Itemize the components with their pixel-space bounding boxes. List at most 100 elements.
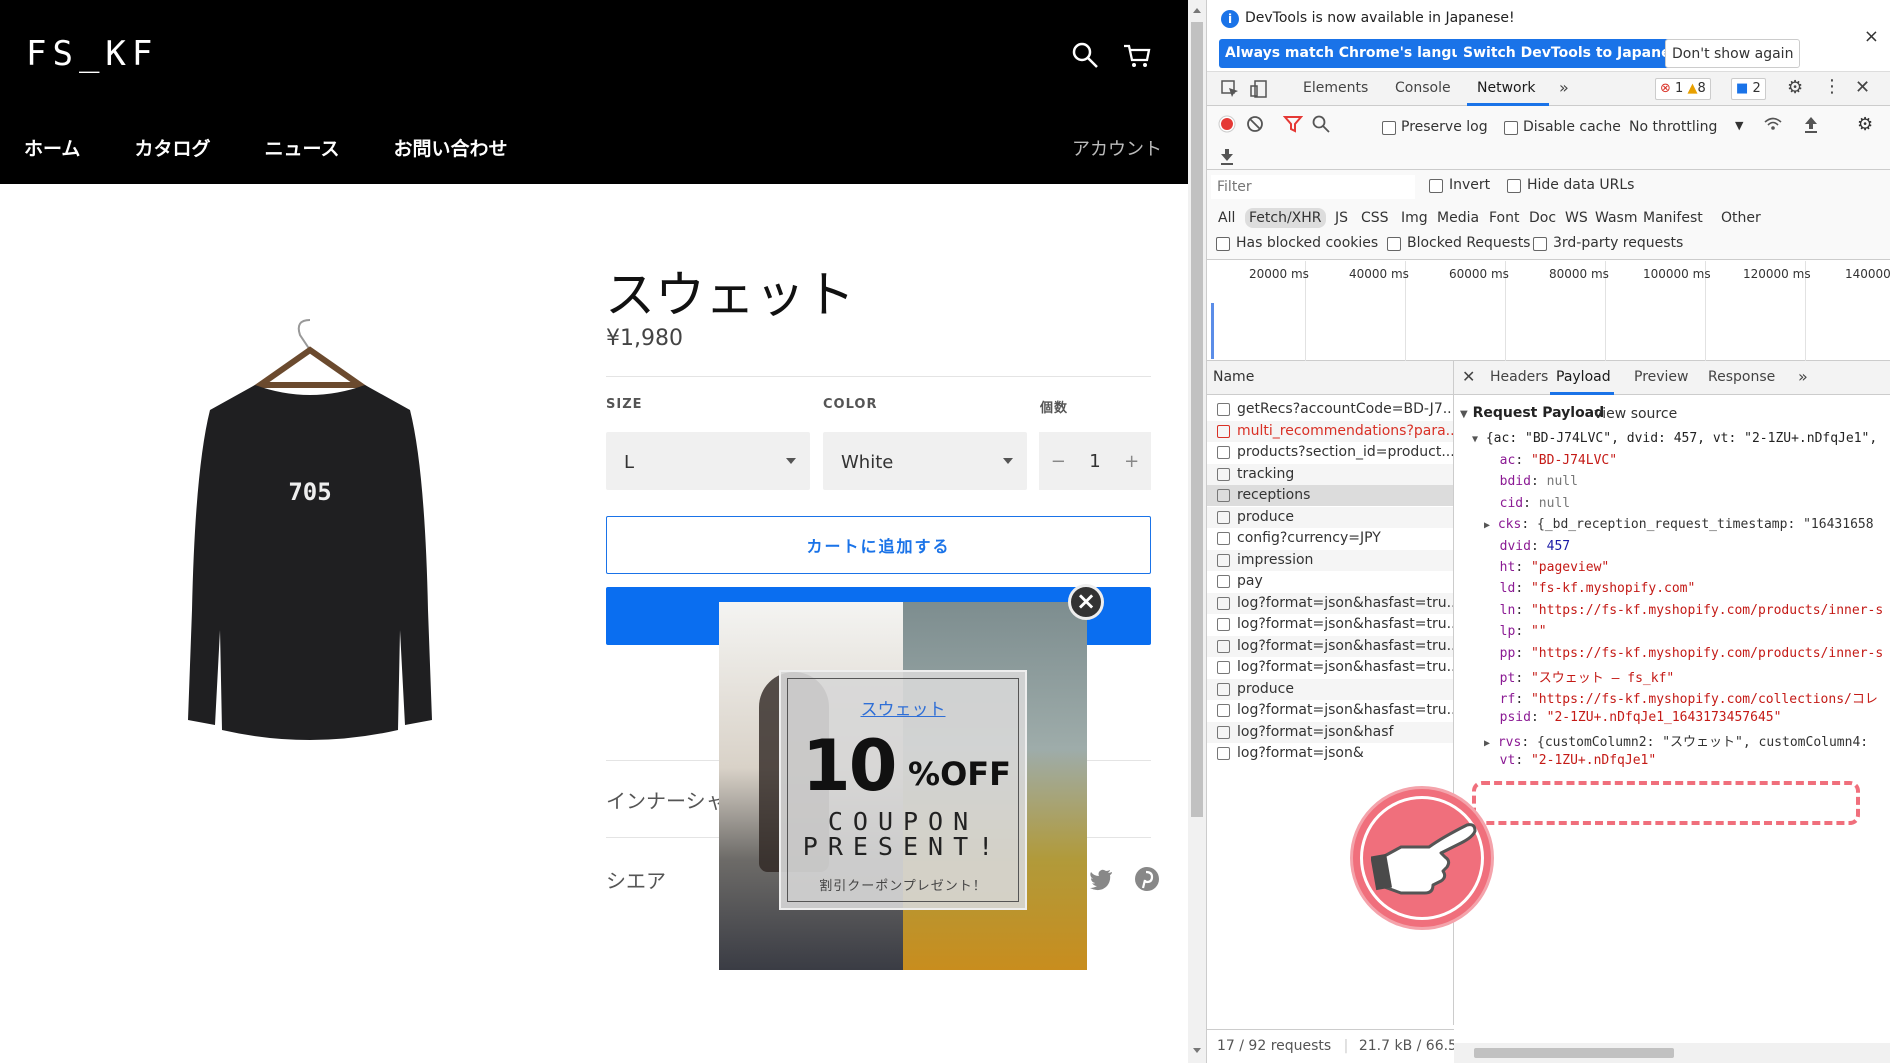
qty-minus-button[interactable]: − xyxy=(1051,451,1066,472)
request-row[interactable]: produce xyxy=(1207,678,1453,700)
type-wasm[interactable]: Wasm xyxy=(1591,208,1641,228)
wifi-settings-icon[interactable] xyxy=(1763,114,1783,134)
payload-summary[interactable]: ▼ {ac: "BD-J74LVC", dvid: 457, vt: "2-1Z… xyxy=(1472,431,1877,446)
filter-input[interactable] xyxy=(1211,175,1415,199)
add-to-cart-button[interactable]: カートに追加する xyxy=(606,516,1151,574)
payload-line[interactable]: rf: "https://fs-kf.myshopify.com/collect… xyxy=(1484,688,1878,707)
pinterest-icon[interactable] xyxy=(1134,866,1160,892)
issues-badge[interactable]: ⊗ 1 ▲8 xyxy=(1655,78,1711,100)
request-row[interactable]: log?format=json& xyxy=(1207,743,1453,764)
nav-news[interactable]: ニュース xyxy=(264,134,339,161)
request-row[interactable]: log?format=json&hasfast=tru... xyxy=(1207,700,1453,721)
qty-value[interactable]: 1 xyxy=(1089,451,1100,472)
device-toolbar-icon[interactable] xyxy=(1249,79,1269,99)
throttling-select[interactable]: No throttling xyxy=(1629,119,1717,135)
request-row[interactable]: log?format=json&hasfast=tru... xyxy=(1207,592,1453,614)
request-row[interactable]: log?format=json&hasfast=tru... xyxy=(1207,635,1453,657)
switch-japanese-button[interactable]: Switch DevTools to Japanese xyxy=(1457,39,1695,68)
twitter-icon[interactable] xyxy=(1088,866,1114,892)
scroll-down-icon[interactable] xyxy=(1193,1048,1201,1053)
cart-icon[interactable] xyxy=(1122,40,1152,70)
filter-icon[interactable] xyxy=(1283,114,1303,134)
preserve-log-checkbox[interactable] xyxy=(1382,121,1396,135)
download-icon[interactable] xyxy=(1217,146,1237,166)
network-timeline[interactable]: 20000 ms 40000 ms 60000 ms 80000 ms 1000… xyxy=(1207,261,1890,361)
size-select[interactable]: L xyxy=(606,432,810,490)
blocked-requests-checkbox[interactable] xyxy=(1387,237,1401,251)
payload-line[interactable]: ▶ rvs: {customColumn2: "スウェット", customCo… xyxy=(1484,731,1868,750)
kebab-menu-icon[interactable]: ⋮ xyxy=(1823,76,1841,97)
close-devtools-icon[interactable]: ✕ xyxy=(1855,77,1870,98)
request-row[interactable]: multi_recommendations?para... xyxy=(1207,420,1453,442)
request-row[interactable]: receptions xyxy=(1207,485,1453,506)
tab-payload[interactable]: Payload xyxy=(1556,369,1611,385)
gear-icon[interactable]: ⚙ xyxy=(1787,77,1803,98)
type-other[interactable]: Other xyxy=(1717,208,1765,228)
store-logo[interactable]: FS_KF xyxy=(26,34,158,74)
qty-plus-button[interactable]: + xyxy=(1124,451,1139,472)
tab-console[interactable]: Console xyxy=(1395,80,1451,96)
page-scrollbar[interactable] xyxy=(1188,0,1206,1063)
popup-close-button[interactable]: × xyxy=(1068,584,1104,620)
request-row[interactable]: products?section_id=product... xyxy=(1207,442,1453,463)
payload-line[interactable]: cid: null xyxy=(1484,496,1570,511)
type-manifest[interactable]: Manifest xyxy=(1639,208,1707,228)
dont-show-again-button[interactable]: Don't show again xyxy=(1665,39,1801,68)
request-row[interactable]: log?format=json&hasfast=tru... xyxy=(1207,657,1453,678)
third-party-checkbox[interactable] xyxy=(1533,237,1547,251)
payload-hscrollbar[interactable] xyxy=(1454,1043,1890,1063)
request-row[interactable]: getRecs?accountCode=BD-J7... xyxy=(1207,399,1453,420)
more-detail-tabs-icon[interactable]: » xyxy=(1798,367,1808,386)
request-row[interactable]: pay xyxy=(1207,571,1453,592)
nav-home[interactable]: ホーム xyxy=(24,134,80,161)
payload-line[interactable]: lp: "" xyxy=(1484,624,1547,639)
invert-checkbox[interactable] xyxy=(1429,179,1443,193)
search-icon[interactable] xyxy=(1070,40,1100,70)
request-row[interactable]: config?currency=JPY xyxy=(1207,528,1453,549)
type-js[interactable]: JS xyxy=(1331,208,1352,228)
view-source-link[interactable]: view source xyxy=(1594,406,1677,422)
tab-preview[interactable]: Preview xyxy=(1634,369,1689,385)
match-language-button[interactable]: Always match Chrome's language xyxy=(1219,39,1497,68)
record-icon[interactable] xyxy=(1217,114,1237,134)
payload-line[interactable]: ac: "BD-J74LVC" xyxy=(1484,453,1617,468)
payload-line[interactable]: pt: "スウェット – fs_kf" xyxy=(1484,667,1675,686)
name-column-header[interactable]: Name xyxy=(1207,361,1454,395)
chevron-down-icon[interactable]: ▼ xyxy=(1735,119,1743,132)
hide-data-urls-checkbox[interactable] xyxy=(1507,179,1521,193)
scroll-thumb[interactable] xyxy=(1191,22,1203,817)
tab-response[interactable]: Response xyxy=(1708,369,1775,385)
type-ws[interactable]: WS xyxy=(1561,208,1592,228)
messages-badge[interactable]: ■ 2 xyxy=(1731,78,1766,100)
type-media[interactable]: Media xyxy=(1433,208,1483,228)
close-icon[interactable]: × xyxy=(1864,26,1879,47)
type-img[interactable]: Img xyxy=(1397,208,1432,228)
request-row[interactable]: log?format=json&hasfast=tru... xyxy=(1207,614,1453,635)
payload-line[interactable]: ▶ cks: {_bd_reception_request_timestamp:… xyxy=(1484,517,1874,532)
payload-line[interactable]: pp: "https://fs-kf.myshopify.com/product… xyxy=(1484,646,1884,661)
search-icon[interactable] xyxy=(1311,114,1331,134)
scroll-up-icon[interactable] xyxy=(1193,8,1201,13)
request-row[interactable]: tracking xyxy=(1207,463,1453,485)
popup-product-link[interactable]: スウェット xyxy=(788,695,1018,720)
payload-line[interactable]: dvid: 457 xyxy=(1484,539,1570,554)
payload-line[interactable]: ln: "https://fs-kf.myshopify.com/product… xyxy=(1484,603,1884,618)
type-font[interactable]: Font xyxy=(1485,208,1523,228)
upload-icon[interactable] xyxy=(1801,114,1821,134)
network-settings-icon[interactable]: ⚙ xyxy=(1857,114,1873,135)
type-css[interactable]: CSS xyxy=(1357,208,1393,228)
more-tabs-icon[interactable]: » xyxy=(1559,78,1569,97)
inspect-icon[interactable] xyxy=(1220,79,1240,99)
request-payload-heading[interactable]: ▼ Request Payload xyxy=(1460,405,1604,421)
close-detail-icon[interactable]: ✕ xyxy=(1462,367,1475,386)
request-row[interactable]: log?format=json&hasf xyxy=(1207,721,1453,743)
tab-headers[interactable]: Headers xyxy=(1490,369,1548,385)
payload-line[interactable]: psid: "2-1ZU+.nDfqJe1_1643173457645" xyxy=(1484,710,1782,725)
payload-line[interactable]: ld: "fs-kf.myshopify.com" xyxy=(1484,581,1696,596)
account-link[interactable]: アカウント xyxy=(1072,135,1162,161)
type-all[interactable]: All xyxy=(1214,208,1239,228)
tab-network[interactable]: Network xyxy=(1477,80,1535,96)
tab-elements[interactable]: Elements xyxy=(1303,80,1368,96)
nav-catalog[interactable]: カタログ xyxy=(134,134,210,161)
clear-icon[interactable] xyxy=(1245,114,1265,134)
